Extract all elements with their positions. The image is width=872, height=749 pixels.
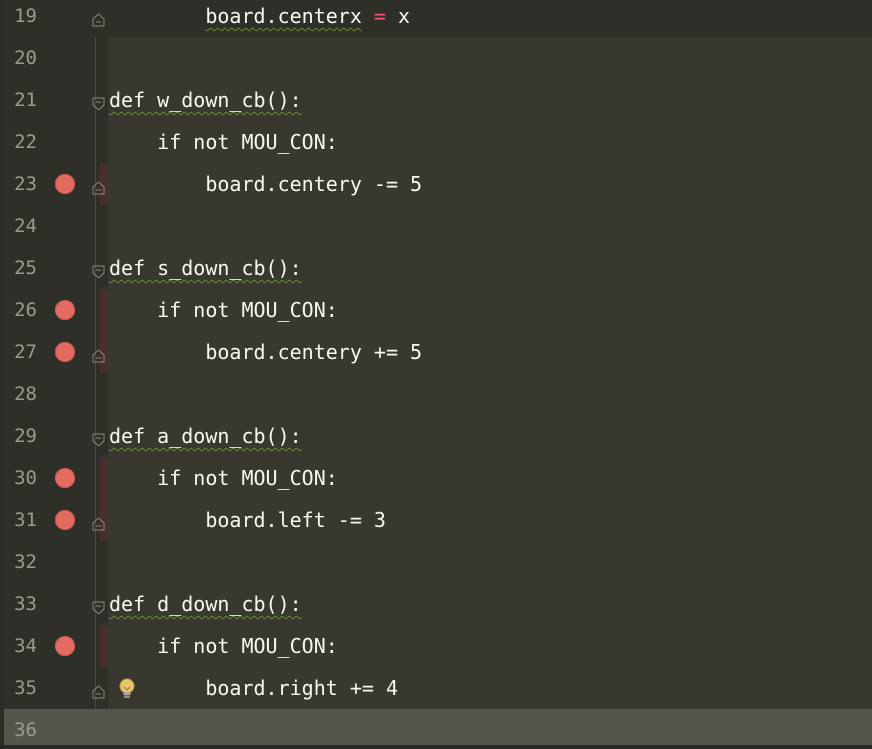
fold-marker-icon[interactable] — [92, 428, 105, 447]
code-line[interactable]: 25 def s_down_cb(): — [4, 247, 872, 289]
code-text[interactable]: board.centerx = x — [109, 0, 410, 37]
code-statement: if not MOU_CON: — [157, 130, 338, 154]
code-line[interactable]: 29 def a_down_cb(): — [4, 415, 872, 457]
code-statement: board.centery -= 5 — [205, 172, 423, 196]
line-number[interactable]: 28 — [4, 373, 37, 415]
assignment-value: x — [398, 4, 411, 28]
code-text[interactable]: if not MOU_CON: — [109, 457, 338, 499]
code-text[interactable]: if not MOU_CON: — [109, 121, 338, 163]
code-line[interactable]: 27 board.centery += 5 — [4, 331, 872, 373]
code-text[interactable]: if not MOU_CON: — [109, 625, 338, 667]
code-text[interactable]: board.centery += 5 — [109, 331, 422, 373]
line-number[interactable]: 29 — [4, 415, 37, 457]
fold-marker-icon[interactable] — [92, 680, 105, 699]
code-line[interactable]: 26 if not MOU_CON: — [4, 289, 872, 331]
code-statement: board.centerx — [205, 4, 362, 28]
code-line[interactable]: 36 — [4, 709, 872, 749]
code-text[interactable]: def d_down_cb(): — [109, 583, 302, 625]
line-number[interactable]: 34 — [4, 625, 37, 667]
breakpoint-icon[interactable] — [55, 468, 75, 488]
code-text[interactable]: def a_down_cb(): — [109, 415, 302, 457]
code-statement: board.left -= 3 — [205, 508, 386, 532]
line-number[interactable]: 25 — [4, 247, 37, 289]
line-number[interactable]: 21 — [4, 79, 37, 121]
code-line[interactable]: 20 — [4, 37, 872, 79]
code-statement: if not MOU_CON: — [157, 466, 338, 490]
code-text[interactable]: def w_down_cb(): — [109, 79, 302, 121]
breakpoint-line-marker — [100, 289, 108, 331]
code-editor[interactable]: 19 board.centerx = x 20 21 def w_down_cb():… — [0, 0, 872, 749]
line-number[interactable]: 23 — [4, 163, 37, 205]
code-statement: board.right += 4 — [205, 676, 398, 700]
line-number[interactable]: 35 — [4, 667, 37, 709]
breakpoint-line-marker — [100, 457, 108, 499]
breakpoint-icon[interactable] — [55, 510, 75, 530]
line-number[interactable]: 26 — [4, 289, 37, 331]
line-number[interactable]: 32 — [4, 541, 37, 583]
code-line[interactable]: 30 if not MOU_CON: — [4, 457, 872, 499]
fold-marker-icon[interactable] — [92, 92, 105, 111]
fold-marker-icon[interactable] — [92, 8, 105, 27]
fold-marker-icon[interactable] — [92, 512, 105, 531]
code-line[interactable]: 24 — [4, 205, 872, 247]
code-statement: if not MOU_CON: — [157, 634, 338, 658]
line-number[interactable]: 36 — [4, 709, 37, 749]
fold-marker-icon[interactable] — [92, 596, 105, 615]
code-line[interactable]: 19 board.centerx = x — [4, 0, 872, 37]
code-statement: board.centery += 5 — [205, 340, 423, 364]
code-line[interactable]: 23 board.centery -= 5 — [4, 163, 872, 205]
code-text[interactable]: board.centery -= 5 — [109, 163, 422, 205]
editor-bottom-edge — [0, 745, 872, 749]
line-number[interactable]: 31 — [4, 499, 37, 541]
code-text[interactable]: def s_down_cb(): — [109, 247, 302, 289]
line-number[interactable]: 27 — [4, 331, 37, 373]
code-line[interactable]: 33 def d_down_cb(): — [4, 583, 872, 625]
breakpoint-icon[interactable] — [55, 174, 75, 194]
code-text[interactable]: if not MOU_CON: — [109, 289, 338, 331]
code-statement: def a_down_cb(): — [109, 424, 302, 448]
code-statement: def d_down_cb(): — [109, 592, 302, 616]
code-line[interactable]: 34 if not MOU_CON: — [4, 625, 872, 667]
breakpoint-icon[interactable] — [55, 300, 75, 320]
code-statement: def w_down_cb(): — [109, 88, 302, 112]
line-number[interactable]: 19 — [4, 0, 37, 37]
code-line[interactable]: 35 board.right += 4 — [4, 667, 872, 709]
breakpoint-icon[interactable] — [55, 636, 75, 656]
fold-marker-icon[interactable] — [92, 260, 105, 279]
line-number[interactable]: 20 — [4, 37, 37, 79]
fold-marker-icon[interactable] — [92, 176, 105, 195]
code-line[interactable]: 31 board.left -= 3 — [4, 499, 872, 541]
code-line[interactable]: 32 — [4, 541, 872, 583]
code-statement: def s_down_cb(): — [109, 256, 302, 280]
code-text[interactable]: board.left -= 3 — [109, 499, 386, 541]
line-number[interactable]: 24 — [4, 205, 37, 247]
fold-marker-icon[interactable] — [92, 344, 105, 363]
breakpoint-line-marker — [100, 625, 108, 667]
code-statement: if not MOU_CON: — [157, 298, 338, 322]
assignment-operator: = — [361, 4, 398, 28]
breakpoint-icon[interactable] — [55, 342, 75, 362]
code-text[interactable]: board.right += 4 — [109, 667, 398, 709]
line-number[interactable]: 33 — [4, 583, 37, 625]
line-number[interactable]: 22 — [4, 121, 37, 163]
line-number[interactable]: 30 — [4, 457, 37, 499]
code-line[interactable]: 21 def w_down_cb(): — [4, 79, 872, 121]
code-line[interactable]: 28 — [4, 373, 872, 415]
code-line[interactable]: 22 if not MOU_CON: — [4, 121, 872, 163]
